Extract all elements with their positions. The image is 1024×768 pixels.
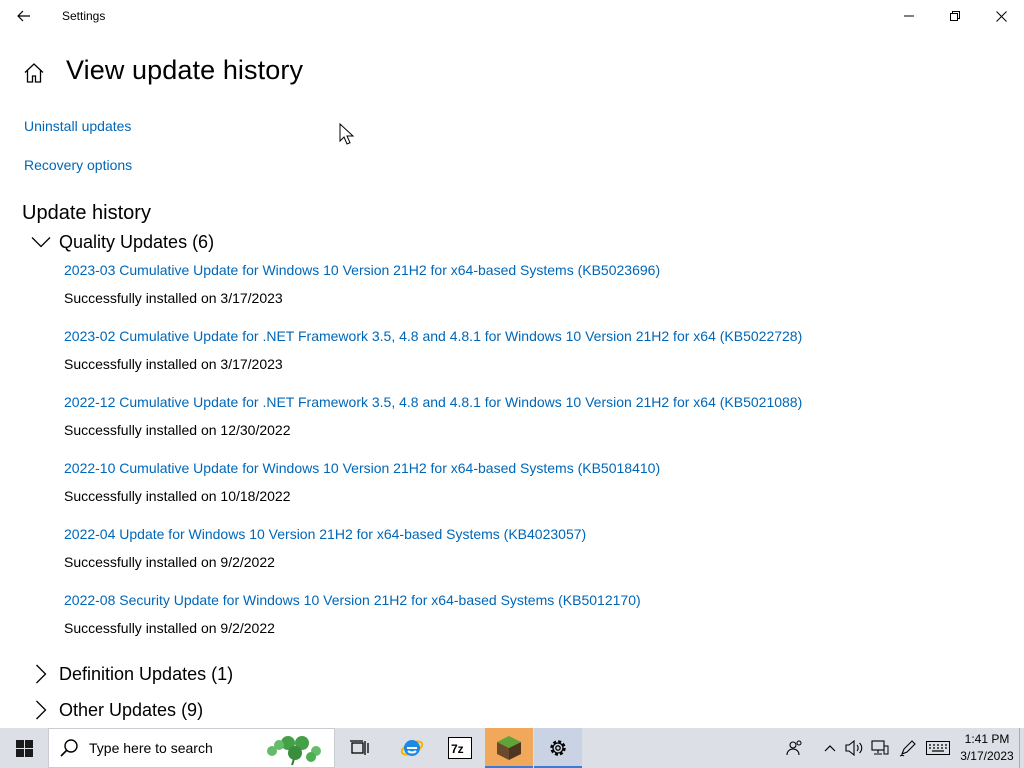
page-title: View update history [66,55,304,85]
list-item: 2023-02 Cumulative Update for .NET Frame… [64,328,964,394]
list-item: 2022-08 Security Update for Windows 10 V… [64,592,964,658]
definition-updates-label: Definition Updates (1) [59,663,234,684]
pen-icon [899,740,916,757]
touch-keyboard-button[interactable] [924,728,952,768]
list-item: 2022-12 Cumulative Update for .NET Frame… [64,394,964,460]
update-link[interactable]: 2022-12 Cumulative Update for .NET Frame… [64,394,802,410]
restore-icon [950,11,960,21]
update-status: Successfully installed on 9/2/2022 [64,554,275,570]
update-link[interactable]: 2022-10 Cumulative Update for Windows 10… [64,460,660,476]
quality-updates-label: Quality Updates (6) [59,231,215,252]
mouse-cursor-icon [339,123,355,145]
chevron-down-icon [30,231,52,253]
7zip-icon: 7z [448,737,472,759]
recovery-options-link[interactable]: Recovery options [24,157,132,173]
volume-button[interactable] [843,728,865,768]
list-item: 2022-10 Cumulative Update for Windows 10… [64,460,964,526]
update-status: Successfully installed on 12/30/2022 [64,422,291,438]
settings-gear-icon [550,740,566,756]
back-arrow-icon [17,10,30,22]
update-status: Successfully installed on 3/17/2023 [64,290,283,306]
shamrock-icon [267,736,321,766]
task-view-icon [350,740,369,755]
quality-updates-group[interactable]: Quality Updates (6) [30,230,214,254]
minimize-button[interactable] [886,0,932,32]
list-item: 2023-03 Cumulative Update for Windows 10… [64,262,964,328]
task-view-button[interactable] [336,728,384,768]
speaker-icon [845,740,863,756]
keyboard-icon [926,741,950,755]
svg-text:7z: 7z [451,742,464,756]
internet-explorer-button[interactable] [388,728,436,768]
home-icon[interactable] [22,61,46,85]
network-button[interactable] [868,728,892,768]
settings-button[interactable] [534,728,582,768]
update-status: Successfully installed on 9/2/2022 [64,620,275,636]
uninstall-updates-link[interactable]: Uninstall updates [24,118,131,134]
other-updates-label: Other Updates (9) [59,699,204,720]
7zip-button[interactable]: 7z [436,728,484,768]
other-updates-group[interactable]: Other Updates (9) [30,698,203,722]
windows-ink-button[interactable] [896,728,920,768]
clock-time: 1:41 PM [964,732,1010,746]
people-button[interactable] [782,728,808,768]
quality-updates-list: 2023-03 Cumulative Update for Windows 10… [64,262,964,658]
close-button[interactable] [978,0,1024,32]
clock-date: 3/17/2023 [960,749,1014,763]
search-icon [60,739,78,757]
close-icon [995,10,1007,22]
network-icon [871,740,889,755]
chevron-right-icon [30,699,52,721]
show-hidden-icons-button[interactable] [820,728,840,768]
update-link[interactable]: 2023-02 Cumulative Update for .NET Frame… [64,328,802,344]
minecraft-button[interactable] [485,728,533,768]
update-status: Successfully installed on 10/18/2022 [64,488,291,504]
chevron-right-icon [30,663,52,685]
update-link[interactable]: 2022-08 Security Update for Windows 10 V… [64,592,641,608]
update-link[interactable]: 2022-04 Update for Windows 10 Version 21… [64,526,586,542]
show-desktop-button[interactable] [1019,728,1020,768]
restore-button[interactable] [932,0,978,32]
back-button[interactable] [8,0,40,32]
window-title: Settings [62,9,106,23]
title-bar: Settings [0,0,1024,32]
chevron-up-icon [824,745,836,752]
taskbar-search-box[interactable]: Type here to search [48,728,335,768]
windows-logo-icon [15,739,33,757]
taskbar: Type here to search 7z 1:41 PM 3/17/2023 [0,728,1024,768]
taskbar-clock[interactable]: 1:41 PM 3/17/2023 [954,731,1020,765]
search-placeholder: Type here to search [89,740,213,756]
list-item: 2022-04 Update for Windows 10 Version 21… [64,526,964,592]
people-icon [786,740,802,756]
minecraft-icon [497,736,521,760]
definition-updates-group[interactable]: Definition Updates (1) [30,662,233,686]
start-button[interactable] [0,728,48,768]
internet-explorer-icon [400,740,424,756]
update-link[interactable]: 2023-03 Cumulative Update for Windows 10… [64,262,660,278]
update-history-heading: Update history [22,202,151,224]
minimize-icon [904,15,914,17]
update-status: Successfully installed on 3/17/2023 [64,356,283,372]
